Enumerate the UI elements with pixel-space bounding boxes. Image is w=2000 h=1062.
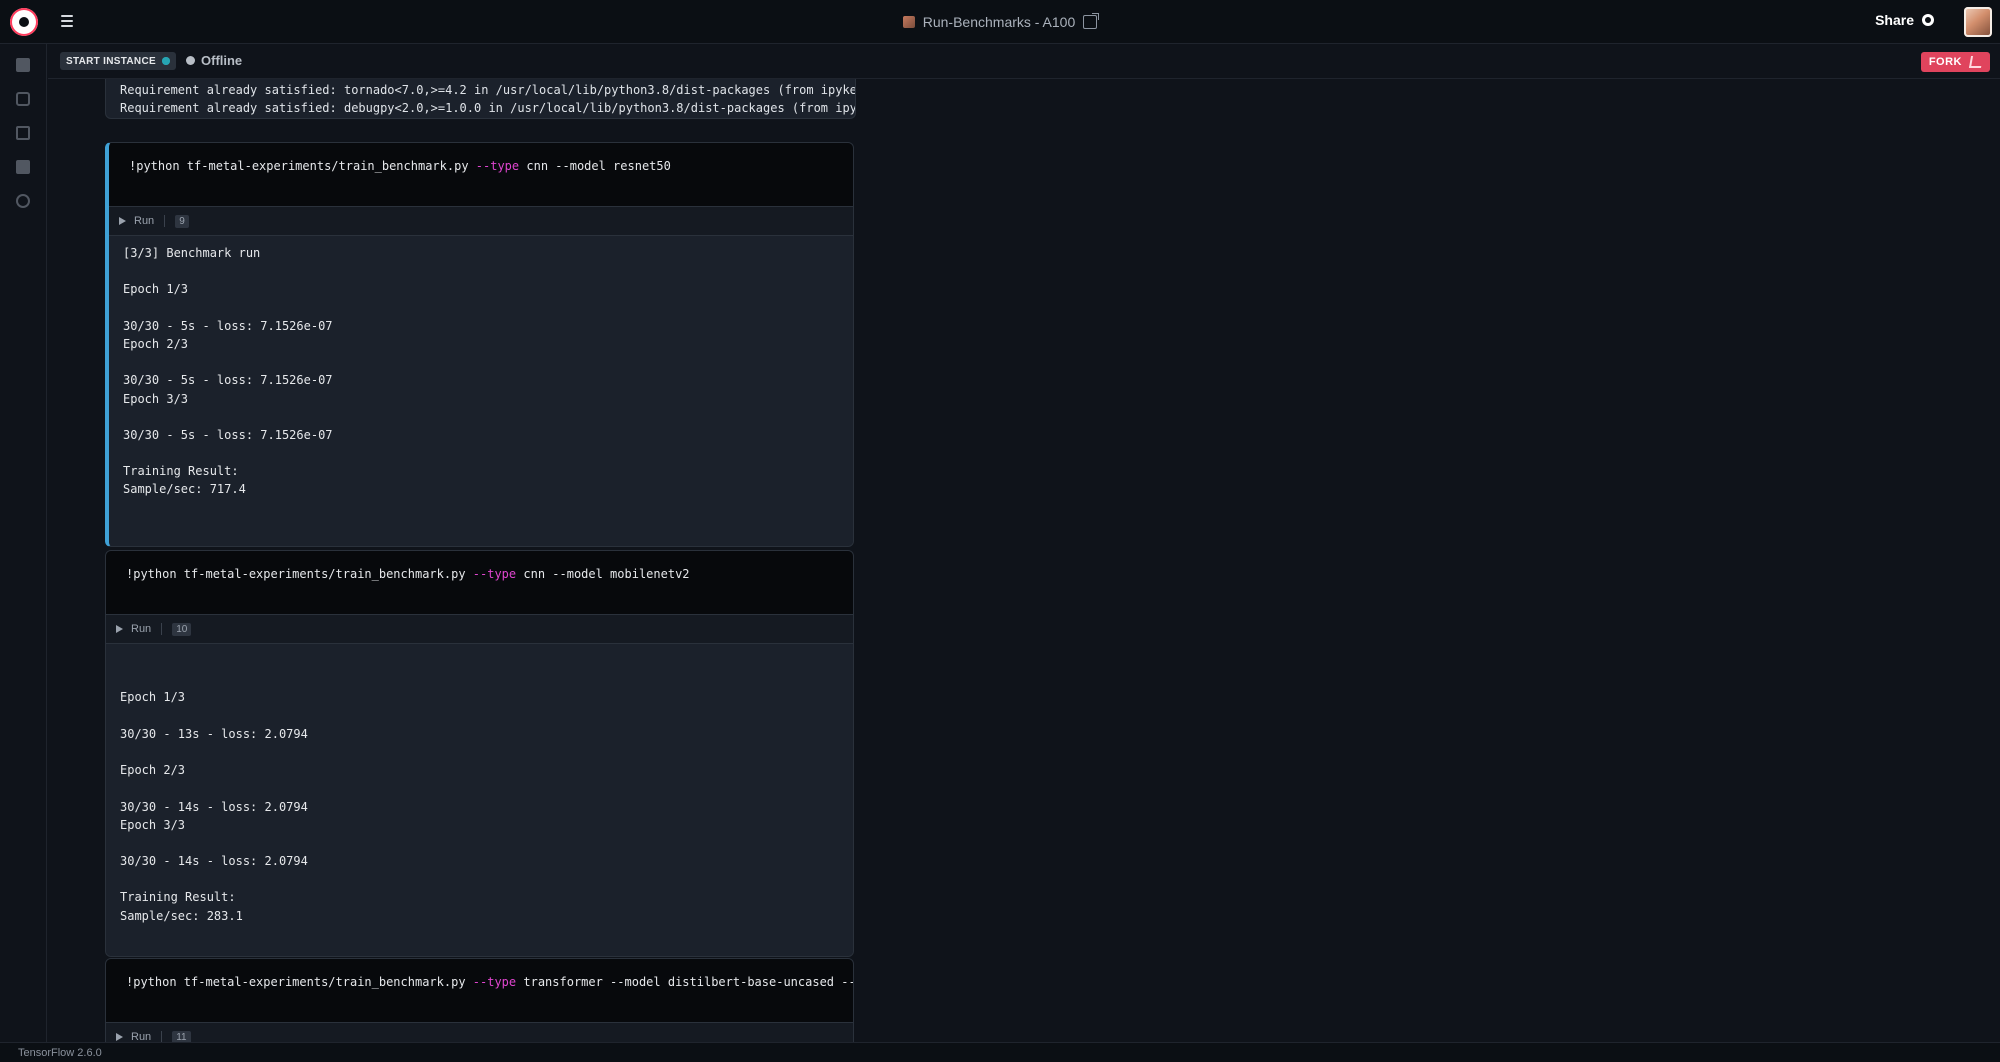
output-line: Epoch 2/3 <box>123 336 189 351</box>
fork-button[interactable]: FORK <box>1920 52 1990 72</box>
code-editor[interactable]: !python tf-metal-experiments/train_bench… <box>106 551 853 614</box>
cell-run-bar: Run 9 <box>109 206 853 236</box>
fork-label: FORK <box>1928 56 1962 68</box>
notebook-title-text: Run-Benchmarks - A100 <box>922 14 1076 30</box>
code-text: !python tf-metal-experiments/train_bench… <box>126 567 473 581</box>
divider <box>164 215 166 227</box>
instance-toolbar: START INSTANCE Offline FORK <box>48 45 2000 79</box>
cell-output: [3/3] Benchmark run Epoch 1/3 30/30 - 5s… <box>109 236 853 546</box>
branch-icon <box>1968 56 1984 68</box>
output-line: Sample/sec: 283.1 <box>120 908 243 923</box>
output-line: 30/30 - 5s - loss: 7.1526e-07 <box>123 373 333 388</box>
output-line: 30/30 - 5s - loss: 7.1526e-07 <box>123 427 333 442</box>
output-line: Epoch 3/3 <box>120 817 186 832</box>
notebook-title[interactable]: Run-Benchmarks - A100 <box>902 13 1100 30</box>
play-icon[interactable] <box>116 625 123 633</box>
code-cell-distilbert[interactable]: !python tf-metal-experiments/train_bench… <box>105 958 854 1042</box>
output-line: Training Result: <box>120 890 236 905</box>
start-instance-label: START INSTANCE <box>66 55 156 67</box>
top-bar: Run-Benchmarks - A100 Share <box>0 0 2000 44</box>
code-text: transformer --model distilbert-base-unca… <box>516 975 854 989</box>
code-cell-resnet50[interactable]: !python tf-metal-experiments/train_bench… <box>105 142 854 547</box>
code-flag: --type <box>472 975 517 989</box>
play-icon[interactable] <box>116 1033 123 1041</box>
left-sidebar <box>0 44 47 1044</box>
code-flag: --type <box>472 567 517 581</box>
output-line: 30/30 - 13s - loss: 2.0794 <box>120 726 308 741</box>
globe-icon <box>1922 14 1934 26</box>
output-line: 30/30 - 14s - loss: 2.0794 <box>120 799 308 814</box>
output-line: Epoch 1/3 <box>123 282 189 297</box>
code-cell-mobilenetv2[interactable]: !python tf-metal-experiments/train_bench… <box>105 550 854 957</box>
divider <box>161 1031 163 1042</box>
output-line: Requirement already satisfied: debugpy<2… <box>120 101 856 115</box>
folder-icon[interactable] <box>16 58 30 72</box>
output-line: Requirement already satisfied: tornado<7… <box>120 83 856 97</box>
share-label: Share <box>1875 12 1914 28</box>
divider <box>161 623 163 635</box>
output-line: Epoch 3/3 <box>123 391 189 406</box>
previous-cell-output: Requirement already satisfied: tornado<7… <box>105 79 856 119</box>
avatar[interactable] <box>1964 7 1992 37</box>
menu-icon[interactable] <box>58 11 78 31</box>
run-button[interactable]: Run <box>131 623 151 635</box>
power-icon <box>161 57 170 65</box>
code-text: cnn --model resnet50 <box>519 159 671 173</box>
output-line: [3/3] Benchmark run <box>123 246 261 260</box>
edit-icon[interactable] <box>1083 13 1100 29</box>
notebook-content[interactable]: Requirement already satisfied: tornado<7… <box>48 79 2000 1042</box>
code-text: !python tf-metal-experiments/train_bench… <box>129 159 476 173</box>
code-editor[interactable]: !python tf-metal-experiments/train_bench… <box>109 143 853 206</box>
document-icon[interactable] <box>16 126 30 140</box>
app-logo[interactable] <box>10 8 38 36</box>
start-instance-button[interactable]: START INSTANCE <box>60 52 176 70</box>
run-button[interactable]: Run <box>134 215 154 227</box>
cpu-icon[interactable] <box>16 92 30 106</box>
play-icon[interactable] <box>119 217 126 225</box>
status-label: Offline <box>201 53 243 68</box>
framework-version: TensorFlow 2.6.0 <box>18 1046 102 1059</box>
output-line: Epoch 2/3 <box>120 763 186 778</box>
output-line: Epoch 1/3 <box>120 690 186 705</box>
cell-run-bar: Run 11 <box>106 1022 853 1042</box>
status-dot-icon <box>186 56 195 65</box>
share-button[interactable]: Share <box>1875 12 1934 28</box>
code-editor[interactable]: !python tf-metal-experiments/train_bench… <box>106 959 853 1022</box>
output-line: 30/30 - 14s - loss: 2.0794 <box>120 854 308 869</box>
exec-count-badge: 10 <box>172 622 192 636</box>
output-line: Sample/sec: 717.4 <box>123 482 246 497</box>
code-flag: --type <box>475 159 520 173</box>
clock-icon[interactable] <box>16 194 30 208</box>
instance-status: Offline <box>186 53 242 68</box>
run-button[interactable]: Run <box>131 1031 151 1042</box>
status-bar: TensorFlow 2.6.0 <box>0 1042 2000 1062</box>
code-text: cnn --model mobilenetv2 <box>516 567 690 581</box>
notebook-thumbnail-icon <box>902 16 915 28</box>
terminal-icon[interactable] <box>16 160 30 174</box>
output-line: Training Result: <box>123 464 239 479</box>
cell-output: Epoch 1/3 30/30 - 13s - loss: 2.0794 Epo… <box>106 644 853 956</box>
cell-run-bar: Run 10 <box>106 614 853 644</box>
exec-count-badge: 9 <box>175 214 189 228</box>
output-line: 30/30 - 5s - loss: 7.1526e-07 <box>123 318 333 333</box>
code-text: !python tf-metal-experiments/train_bench… <box>126 975 473 989</box>
exec-count-badge: 11 <box>172 1030 191 1042</box>
